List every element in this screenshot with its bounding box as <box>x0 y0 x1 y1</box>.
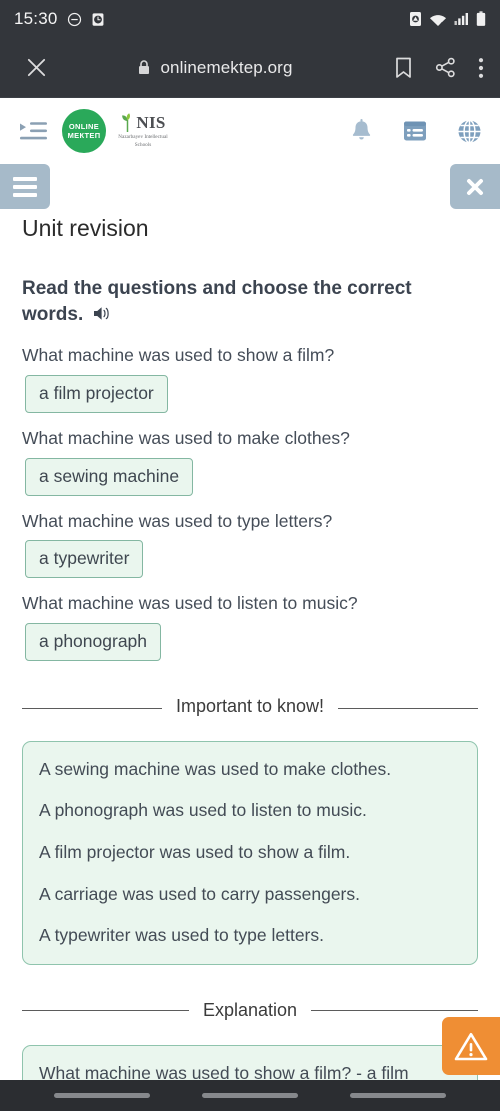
header-icons <box>350 118 482 144</box>
report-problem-button[interactable] <box>442 1017 500 1075</box>
back-button[interactable] <box>350 1093 446 1098</box>
close-icon <box>464 176 486 198</box>
alarm-clock-icon <box>91 12 105 27</box>
android-status-bar: 15:30 <box>0 0 500 38</box>
task-prompt: Read the questions and choose the correc… <box>22 276 478 330</box>
explanation-divider-title: Explanation <box>202 999 298 1020</box>
warning-triangle-icon <box>454 1031 488 1062</box>
close-tab-button[interactable] <box>16 56 56 79</box>
divider-line-left <box>22 707 162 709</box>
answer-field[interactable]: a film projector <box>25 375 168 414</box>
question-list: What machine was used to show a film? a … <box>22 344 478 661</box>
list-icon[interactable] <box>403 120 427 142</box>
indent-list-icon[interactable] <box>18 119 48 143</box>
online-mektep-logo: ONLINE МЕКТЕП <box>62 109 106 153</box>
important-item: A film projector was used to show a film… <box>39 841 351 862</box>
question-item: What machine was used to show a film? a … <box>22 344 478 414</box>
question-text: What machine was used to make clothes? <box>22 428 350 449</box>
bell-icon[interactable] <box>350 118 373 144</box>
android-nav-bar <box>0 1080 500 1111</box>
wifi-icon <box>429 12 447 27</box>
question-item: What machine was used to type letters? a… <box>22 510 478 579</box>
speaker-icon[interactable] <box>93 304 112 330</box>
brand-logos[interactable]: ONLINE МЕКТЕП NIS Nazarbayev Intellectua… <box>62 109 172 153</box>
overflow-menu-icon[interactable] <box>478 57 484 79</box>
close-lesson-button[interactable] <box>450 164 500 209</box>
answer-field[interactable]: a sewing machine <box>25 457 194 496</box>
important-divider: Important to know! <box>22 695 479 719</box>
home-button[interactable] <box>202 1093 298 1098</box>
app-notification-icon <box>409 11 422 27</box>
recents-button[interactable] <box>54 1093 150 1098</box>
cellular-signal-icon <box>454 12 469 26</box>
answer-field[interactable]: a phonograph <box>25 622 162 661</box>
share-icon[interactable] <box>435 57 456 78</box>
url-bar[interactable]: onlinemektep.org <box>56 58 374 78</box>
browser-toolbar: onlinemektep.org <box>0 38 500 98</box>
lesson-content: Unit revision Read the questions and cho… <box>0 215 500 1111</box>
divider-line-right <box>311 1010 479 1012</box>
answer-field[interactable]: a typewriter <box>25 540 144 579</box>
browser-actions <box>380 57 484 79</box>
question-text: What machine was used to listen to music… <box>22 593 358 614</box>
important-item: A phonograph was used to listen to music… <box>39 800 367 821</box>
nis-logo: NIS Nazarbayev Intellectual Schools <box>114 113 172 150</box>
lock-icon <box>137 59 151 76</box>
nis-subtitle: Nazarbayev Intellectual Schools <box>118 133 168 148</box>
divider-line-left <box>22 1010 189 1012</box>
lesson-action-row <box>0 164 500 209</box>
sprout-icon <box>122 113 131 132</box>
status-bar-left: 15:30 <box>14 9 105 29</box>
site-header: ONLINE МЕКТЕП NIS Nazarbayev Intellectua… <box>0 98 500 164</box>
status-bar-clock: 15:30 <box>14 9 58 28</box>
divider-line-right <box>338 707 479 709</box>
question-text: What machine was used to show a film? <box>22 345 335 366</box>
question-item: What machine was used to listen to music… <box>22 592 478 661</box>
important-to-know-box: A sewing machine was used to make clothe… <box>22 740 478 965</box>
page-title: Unit revision <box>22 215 149 241</box>
question-text: What machine was used to type letters? <box>22 510 333 531</box>
important-divider-title: Important to know! <box>175 695 325 716</box>
phone-screen: 15:30 onlinemektep.org ONLINE МЕКТЕП NIS… <box>0 0 500 1111</box>
logo-mektep-line1: ONLINE <box>68 121 100 131</box>
bookmark-icon[interactable] <box>394 57 413 79</box>
hamburger-icon <box>13 176 37 197</box>
status-bar-right <box>409 11 486 27</box>
battery-icon <box>476 11 486 27</box>
task-prompt-text: Read the questions and choose the correc… <box>22 278 412 326</box>
important-item: A carriage was used to carry passengers. <box>39 883 360 904</box>
do-not-disturb-icon <box>67 12 82 27</box>
nis-wordmark: NIS <box>136 112 166 132</box>
logo-mektep-line2: МЕКТЕП <box>67 131 101 140</box>
hamburger-menu-button[interactable] <box>0 164 50 209</box>
explanation-divider: Explanation <box>22 999 479 1023</box>
important-item: A typewriter was used to type letters. <box>39 925 324 946</box>
important-item: A sewing machine was used to make clothe… <box>39 758 392 779</box>
url-text: onlinemektep.org <box>160 57 293 77</box>
question-item: What machine was used to make clothes? a… <box>22 427 478 496</box>
globe-icon[interactable] <box>457 119 482 144</box>
